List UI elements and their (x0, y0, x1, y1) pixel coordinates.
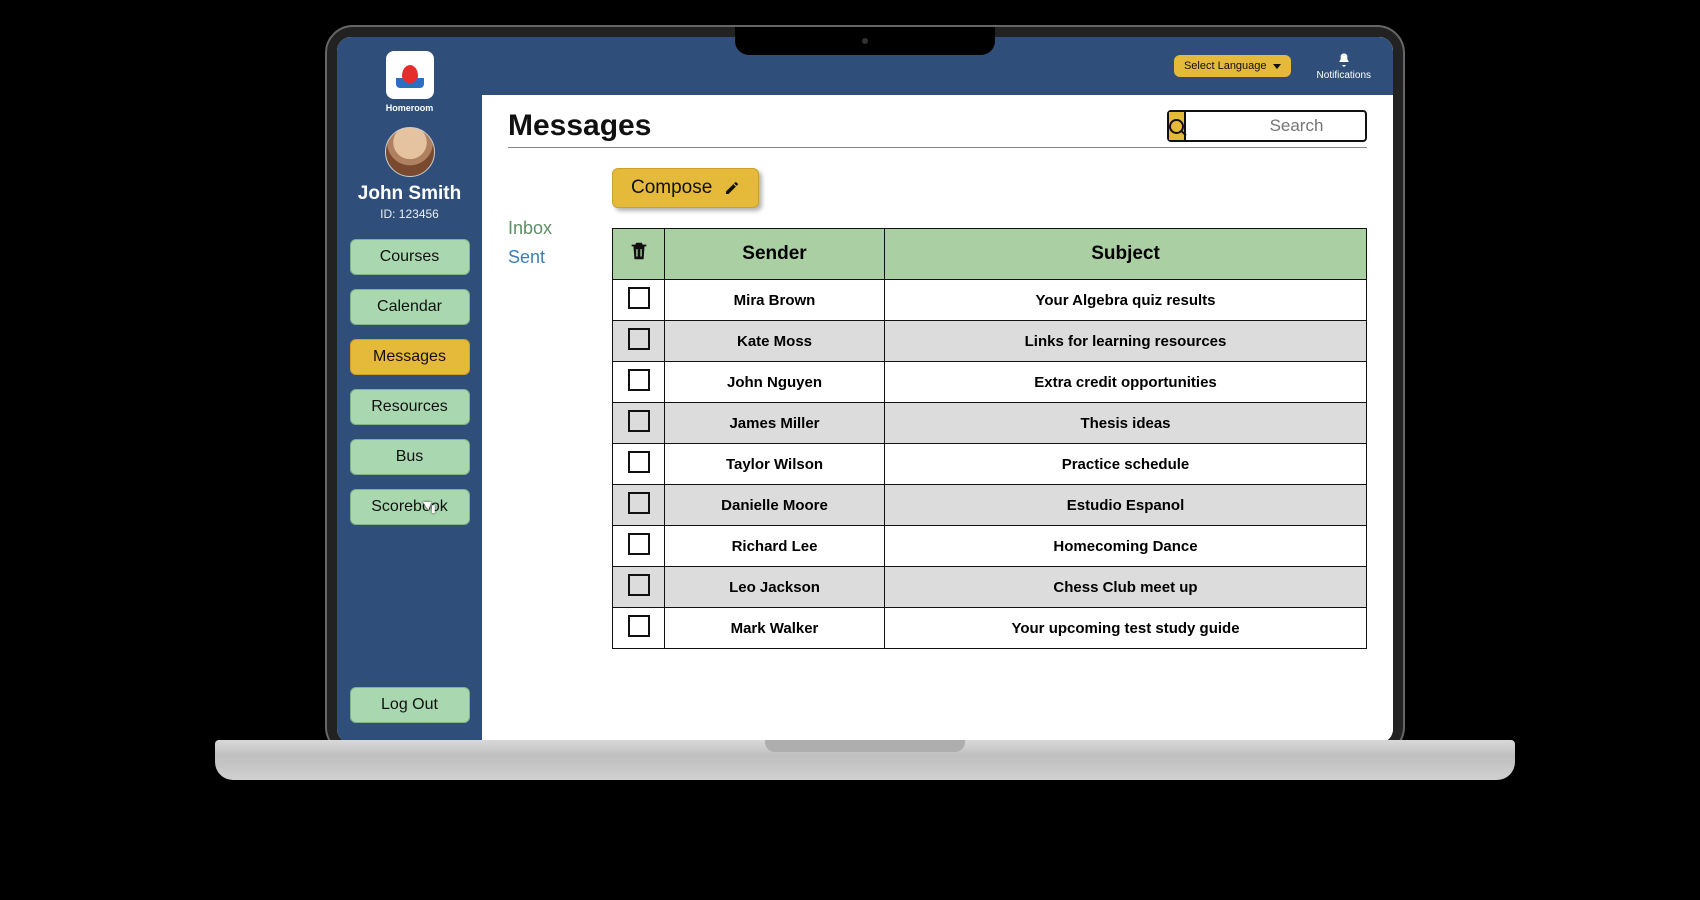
app-logo[interactable] (386, 51, 434, 99)
row-checkbox-cell (613, 608, 665, 649)
compose-label: Compose (631, 177, 712, 199)
app-window: Homeroom John Smith ID: 123456 Courses C… (337, 37, 1393, 743)
row-sender: Mira Brown (665, 280, 885, 321)
table-row[interactable]: Mira BrownYour Algebra quiz results (613, 280, 1367, 321)
bell-icon (1336, 52, 1352, 68)
laptop-notch (735, 27, 995, 55)
row-checkbox[interactable] (628, 410, 650, 432)
table-row[interactable]: Taylor WilsonPractice schedule (613, 444, 1367, 485)
chevron-down-icon (1273, 64, 1281, 69)
row-subject: Your Algebra quiz results (885, 280, 1367, 321)
trash-icon (628, 239, 650, 263)
laptop-frame: Homeroom John Smith ID: 123456 Courses C… (325, 25, 1405, 755)
notifications-button[interactable]: Notifications (1317, 52, 1371, 81)
row-checkbox-cell (613, 485, 665, 526)
sidebar-item-courses[interactable]: Courses (350, 239, 470, 275)
main: Select Language Notifications Messages (482, 37, 1393, 743)
table-row[interactable]: Leo JacksonChess Club meet up (613, 567, 1367, 608)
row-subject: Links for learning resources (885, 321, 1367, 362)
sidebar-item-bus[interactable]: Bus (350, 439, 470, 475)
sidebar-item-resources[interactable]: Resources (350, 389, 470, 425)
table-row[interactable]: Mark WalkerYour upcoming test study guid… (613, 608, 1367, 649)
row-checkbox-cell (613, 280, 665, 321)
row-checkbox-cell (613, 321, 665, 362)
title-row: Messages (508, 109, 1367, 148)
row-checkbox-cell (613, 403, 665, 444)
sidebar-nav: Courses Calendar Messages Resources Bus … (345, 239, 474, 525)
row-checkbox-cell (613, 444, 665, 485)
content: Messages Inbox Sent (482, 95, 1393, 743)
table-row[interactable]: Richard LeeHomecoming Dance (613, 526, 1367, 567)
search-input[interactable] (1186, 116, 1393, 136)
subject-header: Subject (885, 229, 1367, 280)
language-label: Select Language (1184, 60, 1267, 72)
row-subject: Your upcoming test study guide (885, 608, 1367, 649)
page-title: Messages (508, 109, 651, 143)
sender-header: Sender (665, 229, 885, 280)
sidebar-item-scorebook[interactable]: Scorebook (350, 489, 470, 525)
search-icon-wrap (1169, 112, 1186, 140)
row-subject: Thesis ideas (885, 403, 1367, 444)
row-sender: Taylor Wilson (665, 444, 885, 485)
row-sender: Kate Moss (665, 321, 885, 362)
row-sender: Leo Jackson (665, 567, 885, 608)
sidebar: Homeroom John Smith ID: 123456 Courses C… (337, 37, 482, 743)
row-checkbox[interactable] (628, 328, 650, 350)
row-checkbox-cell (613, 362, 665, 403)
language-selector[interactable]: Select Language (1174, 55, 1291, 77)
row-subject: Homecoming Dance (885, 526, 1367, 567)
user-id: ID: 123456 (380, 207, 439, 221)
messages-body: Inbox Sent Compose (508, 168, 1367, 649)
row-checkbox-cell (613, 526, 665, 567)
row-subject: Chess Club meet up (885, 567, 1367, 608)
row-subject: Practice schedule (885, 444, 1367, 485)
search-box[interactable] (1167, 110, 1367, 142)
app-name: Homeroom (386, 103, 434, 113)
row-sender: James Miller (665, 403, 885, 444)
row-checkbox-cell (613, 567, 665, 608)
row-sender: John Nguyen (665, 362, 885, 403)
table-row[interactable]: Danielle MooreEstudio Espanol (613, 485, 1367, 526)
sidebar-item-messages[interactable]: Messages (350, 339, 470, 375)
row-checkbox[interactable] (628, 533, 650, 555)
row-checkbox[interactable] (628, 615, 650, 637)
logout-button[interactable]: Log Out (350, 687, 470, 723)
user-name: John Smith (358, 183, 461, 205)
messages-table: Sender Subject Mira BrownYour Algebra qu… (612, 228, 1367, 649)
row-checkbox[interactable] (628, 574, 650, 596)
row-checkbox[interactable] (628, 287, 650, 309)
folder-inbox[interactable]: Inbox (508, 218, 598, 239)
row-subject: Estudio Espanol (885, 485, 1367, 526)
sidebar-item-calendar[interactable]: Calendar (350, 289, 470, 325)
compose-button[interactable]: Compose (612, 168, 759, 208)
message-panel: Compose (612, 168, 1367, 649)
notifications-label: Notifications (1317, 70, 1371, 81)
row-subject: Extra credit opportunities (885, 362, 1367, 403)
avatar[interactable] (385, 127, 435, 177)
folder-list: Inbox Sent (508, 168, 598, 649)
pencil-icon (724, 180, 740, 196)
row-checkbox[interactable] (628, 451, 650, 473)
row-checkbox[interactable] (628, 369, 650, 391)
table-row[interactable]: James MillerThesis ideas (613, 403, 1367, 444)
row-sender: Richard Lee (665, 526, 885, 567)
search-icon (1169, 119, 1184, 134)
laptop-base (215, 740, 1515, 780)
delete-column-header[interactable] (613, 229, 665, 280)
row-checkbox[interactable] (628, 492, 650, 514)
row-sender: Danielle Moore (665, 485, 885, 526)
table-row[interactable]: John NguyenExtra credit opportunities (613, 362, 1367, 403)
folder-sent[interactable]: Sent (508, 247, 598, 268)
flame-icon (402, 65, 418, 83)
row-sender: Mark Walker (665, 608, 885, 649)
table-row[interactable]: Kate MossLinks for learning resources (613, 321, 1367, 362)
